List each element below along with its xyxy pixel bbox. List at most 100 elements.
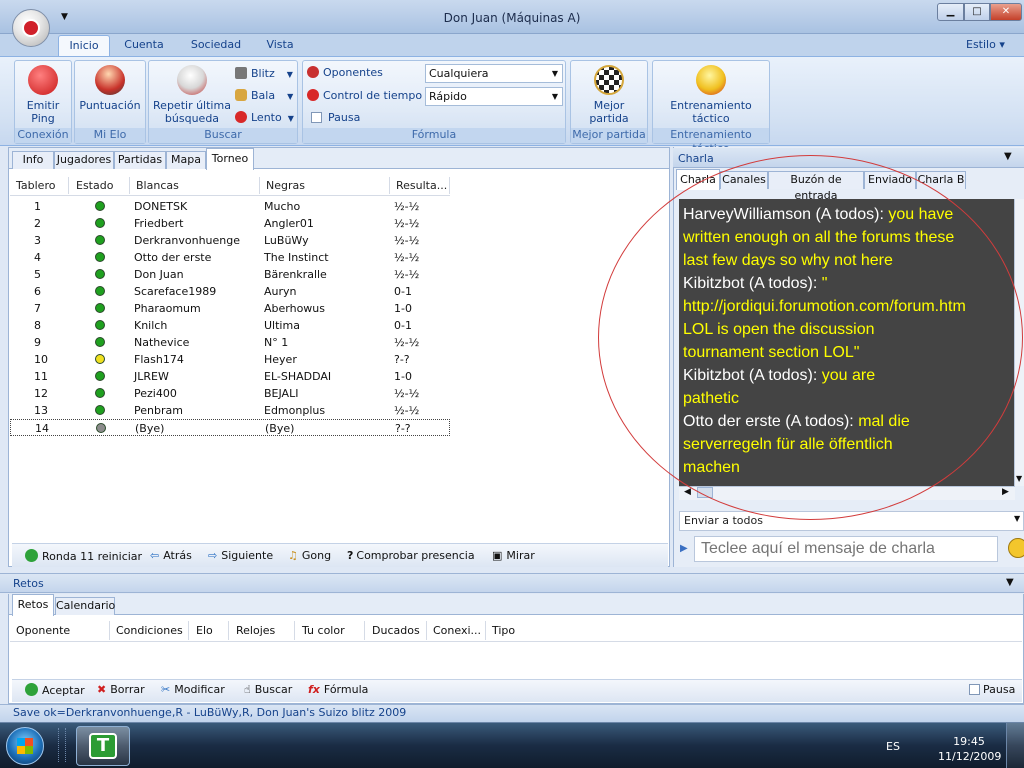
chat-message-input[interactable] <box>694 536 998 562</box>
maximize-button[interactable]: □ <box>964 3 990 21</box>
clock[interactable]: 19:45 11/12/2009 <box>938 734 1001 764</box>
table-row[interactable]: 7 Pharaomum Aberhowus 1-0 <box>10 300 450 317</box>
table-row[interactable]: 11 JLREW EL-SHADDAI 1-0 <box>10 368 450 385</box>
control-tiempo-select[interactable]: Rápido ▼ <box>425 87 563 106</box>
tab-info[interactable]: Info <box>12 151 54 169</box>
checkbox-box[interactable] <box>969 684 980 695</box>
taskbar-app-button[interactable]: T <box>76 726 130 766</box>
tab-jugadores[interactable]: Jugadores <box>54 151 114 169</box>
panel-menu-icon[interactable]: ▼ <box>1006 577 1014 588</box>
col-blancas[interactable]: Blancas <box>136 179 179 192</box>
table-row[interactable]: 12 Pezi400 BEJALI ½-½ <box>10 385 450 402</box>
table-row[interactable]: 5 Don Juan Bärenkralle ½-½ <box>10 266 450 283</box>
atras-button[interactable]: ⇦ Atrás <box>150 549 192 562</box>
modificar-button[interactable]: ✂ Modificar <box>161 683 225 696</box>
table-row[interactable]: 10 Flash174 Heyer ?-? <box>10 351 450 368</box>
table-row[interactable]: 6 Scareface1989 Auryn 0-1 <box>10 283 450 300</box>
col-ducados[interactable]: Ducados <box>372 624 420 637</box>
minimize-button[interactable]: ▁ <box>937 3 964 21</box>
start-button[interactable] <box>6 727 44 765</box>
chat-horizontal-scrollbar[interactable] <box>679 486 1015 500</box>
tab-buzon[interactable]: Buzón de entrada <box>768 171 864 202</box>
table-row[interactable]: 4 Otto der erste The Instinct ½-½ <box>10 249 450 266</box>
col-divider[interactable] <box>364 621 365 640</box>
col-tu-color[interactable]: Tu color <box>302 624 345 637</box>
col-divider[interactable] <box>259 177 260 194</box>
col-divider[interactable] <box>426 621 427 640</box>
buscar-button[interactable]: ☝ Buscar <box>244 683 292 696</box>
formula-button[interactable]: fx Fórmula <box>308 683 368 696</box>
mejor-partida-button[interactable]: Mejor partida <box>571 65 647 125</box>
oponentes-select[interactable]: Cualquiera ▼ <box>425 64 563 83</box>
col-divider[interactable] <box>294 621 295 640</box>
scroll-left-icon[interactable]: ◀ <box>684 487 691 497</box>
gong-button[interactable]: ♫ Gong <box>288 549 331 562</box>
entrenamiento-tactico-button[interactable]: Entrenamiento táctico <box>653 65 769 125</box>
col-tipo[interactable]: Tipo <box>492 624 515 637</box>
mirar-button[interactable]: ▣ Mirar <box>492 549 535 562</box>
col-conexion[interactable]: Conexi... <box>433 624 481 637</box>
chat-vertical-scrollbar[interactable] <box>1014 199 1024 486</box>
scroll-thumb[interactable] <box>697 487 713 498</box>
col-divider[interactable] <box>129 177 130 194</box>
col-divider[interactable] <box>188 621 189 640</box>
tab-sociedad[interactable]: Sociedad <box>184 35 248 56</box>
col-elo[interactable]: Elo <box>196 624 213 637</box>
col-negras[interactable]: Negras <box>266 179 305 192</box>
style-menu[interactable]: Estilo ▾ <box>966 38 1005 51</box>
siguiente-button[interactable]: ⇨ Siguiente <box>208 549 273 562</box>
col-estado[interactable]: Estado <box>76 179 113 192</box>
col-oponente[interactable]: Oponente <box>16 624 70 637</box>
tab-calendario[interactable]: Calendario <box>55 597 115 615</box>
blitz-button[interactable]: Blitz ▼ <box>235 65 293 83</box>
table-row[interactable]: 2 Friedbert Angler01 ½-½ <box>10 215 450 232</box>
col-tablero[interactable]: Tablero <box>16 179 55 192</box>
borrar-button[interactable]: ✖ Borrar <box>97 683 145 696</box>
pausa-checkbox[interactable]: Pausa <box>311 109 360 127</box>
table-row[interactable]: 8 Knilch Ultima 0-1 <box>10 317 450 334</box>
col-divider[interactable] <box>109 621 110 640</box>
tab-cuenta[interactable]: Cuenta <box>116 35 172 56</box>
comprobar-presencia-button[interactable]: ? Comprobar presencia <box>347 549 475 562</box>
table-row[interactable]: 14 (Bye) (Bye) ?-? <box>10 419 450 436</box>
col-divider[interactable] <box>485 621 486 640</box>
col-divider[interactable] <box>449 177 450 194</box>
language-indicator[interactable]: ES <box>886 740 900 753</box>
aceptar-button[interactable]: Aceptar <box>25 683 85 697</box>
tab-retos[interactable]: Retos <box>12 594 54 616</box>
repetir-busqueda-button[interactable]: Repetir última búsqueda <box>151 65 233 125</box>
table-row[interactable]: 13 Penbram Edmonplus ½-½ <box>10 402 450 419</box>
emitir-ping-button[interactable]: Emitir Ping <box>15 65 71 125</box>
close-button[interactable]: ✕ <box>990 3 1022 21</box>
tab-charla-b[interactable]: Charla B <box>916 171 966 189</box>
col-divider[interactable] <box>228 621 229 640</box>
lento-button[interactable]: Lento ▼ <box>235 109 294 127</box>
ronda-reiniciar-button[interactable]: Ronda 11 reiniciar <box>25 549 142 563</box>
bala-button[interactable]: Bala ▼ <box>235 87 293 105</box>
tab-charla[interactable]: Charla <box>676 169 720 190</box>
tab-mapa[interactable]: Mapa <box>166 151 206 169</box>
tab-enviado[interactable]: Enviado <box>864 171 916 189</box>
puntuacion-button[interactable]: Puntuación <box>75 65 145 112</box>
table-row[interactable]: 1 DONETSK Mucho ½-½ <box>10 198 450 215</box>
tab-vista[interactable]: Vista <box>258 35 302 56</box>
scroll-right-icon[interactable]: ▶ <box>1002 487 1009 497</box>
checkbox-box[interactable] <box>311 112 322 123</box>
table-row[interactable]: 3 Derkranvonhuenge LuBüWy ½-½ <box>10 232 450 249</box>
chevron-down-icon[interactable]: ▼ <box>1014 514 1020 523</box>
show-desktop-button[interactable] <box>1006 723 1024 768</box>
emoticon-icon[interactable] <box>1008 538 1024 558</box>
col-divider[interactable] <box>68 177 69 194</box>
retos-pausa-checkbox[interactable]: Pausa <box>969 683 1015 696</box>
tab-inicio[interactable]: Inicio <box>58 35 110 56</box>
tab-torneo[interactable]: Torneo <box>206 148 254 170</box>
scroll-down-icon[interactable]: ▼ <box>1016 474 1022 483</box>
tab-canales[interactable]: Canales <box>720 171 768 189</box>
col-relojes[interactable]: Relojes <box>236 624 275 637</box>
col-condiciones[interactable]: Condiciones <box>116 624 183 637</box>
col-divider[interactable] <box>389 177 390 194</box>
send-target-select[interactable]: Enviar a todos <box>679 511 1024 531</box>
app-menu-orb[interactable] <box>12 9 50 47</box>
tab-partidas[interactable]: Partidas <box>114 151 166 169</box>
table-row[interactable]: 9 Nathevice N° 1 ½-½ <box>10 334 450 351</box>
